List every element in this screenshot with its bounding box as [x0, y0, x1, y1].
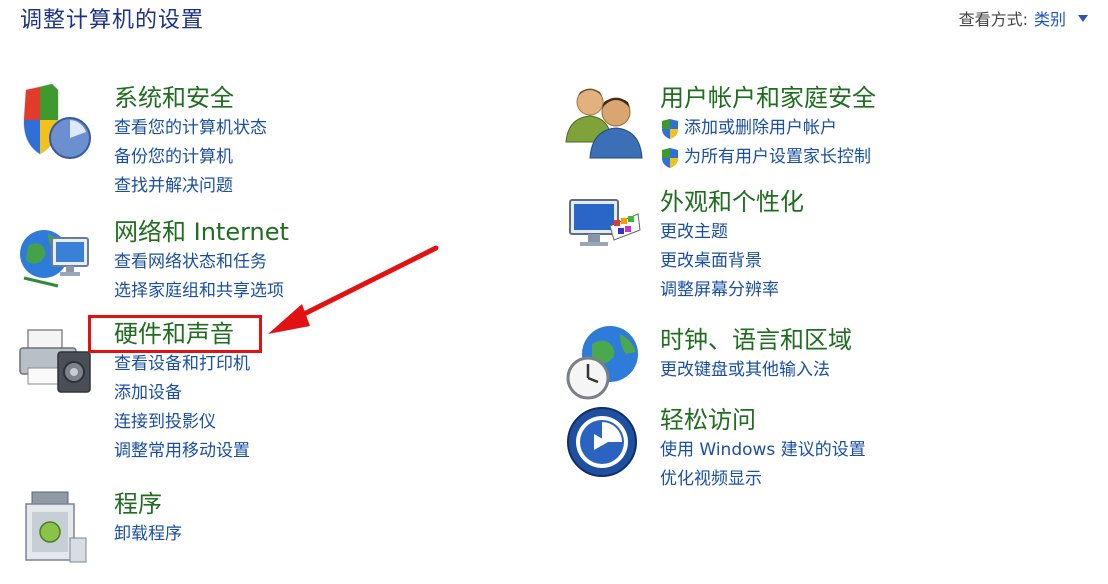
clock-globe-icon — [566, 326, 638, 400]
link-troubleshoot[interactable]: 查找并解决问题 — [114, 172, 267, 201]
view-by: 查看方式: 类别 — [959, 6, 1088, 30]
view-by-dropdown[interactable]: 类别 — [1034, 6, 1066, 30]
users-icon — [565, 88, 643, 159]
category-title-clock-language[interactable]: 时钟、语言和区域 — [660, 324, 852, 356]
view-by-label: 查看方式: — [958, 10, 1028, 29]
category-title-programs[interactable]: 程序 — [114, 488, 182, 520]
page-title: 调整计算机的设置 — [20, 8, 205, 33]
appearance-icon — [569, 199, 641, 246]
link-change-input-method[interactable]: 更改键盘或其他输入法 — [660, 356, 852, 385]
network-icon — [20, 230, 89, 288]
category-title-ease-of-access[interactable]: 轻松访问 — [660, 404, 866, 436]
system-security-icon — [23, 83, 91, 159]
link-parental-controls-label: 为所有用户设置家长控制 — [684, 147, 871, 167]
ease-of-access-icon — [567, 407, 637, 477]
link-windows-suggested-settings[interactable]: 使用 Windows 建议的设置 — [660, 436, 866, 465]
link-homegroup-sharing[interactable]: 选择家庭组和共享选项 — [114, 277, 289, 306]
hardware-printer-icon — [19, 329, 91, 393]
uac-shield-icon — [662, 118, 678, 139]
link-desktop-background[interactable]: 更改桌面背景 — [660, 247, 804, 276]
category-title-network-internet[interactable]: 网络和 Internet — [114, 216, 289, 248]
category-title-system-security[interactable]: 系统和安全 — [114, 82, 267, 114]
programs-icon — [25, 491, 87, 563]
link-backup-computer[interactable]: 备份您的计算机 — [114, 143, 267, 172]
category-title-hardware-sound[interactable]: 硬件和声音 — [114, 318, 250, 350]
link-connect-projector[interactable]: 连接到投影仪 — [114, 408, 250, 437]
category-title-appearance[interactable]: 外观和个性化 — [660, 186, 804, 218]
link-uninstall-program[interactable]: 卸载程序 — [114, 520, 182, 549]
link-screen-resolution[interactable]: 调整屏幕分辨率 — [660, 276, 804, 305]
link-add-device[interactable]: 添加设备 — [114, 379, 250, 408]
link-add-remove-accounts-label: 添加或删除用户帐户 — [684, 118, 837, 138]
link-parental-controls[interactable]: 为所有用户设置家长控制 — [660, 143, 876, 172]
uac-shield-icon — [662, 147, 678, 168]
link-change-theme[interactable]: 更改主题 — [660, 218, 804, 247]
category-title-user-accounts[interactable]: 用户帐户和家庭安全 — [660, 82, 876, 114]
link-mobility-settings[interactable]: 调整常用移动设置 — [114, 437, 250, 466]
chevron-down-icon[interactable] — [1078, 14, 1088, 22]
link-devices-printers[interactable]: 查看设备和打印机 — [114, 350, 250, 379]
link-view-computer-status[interactable]: 查看您的计算机状态 — [114, 114, 267, 143]
link-optimize-display[interactable]: 优化视频显示 — [660, 465, 866, 494]
link-add-remove-accounts[interactable]: 添加或删除用户帐户 — [660, 114, 876, 143]
link-network-status[interactable]: 查看网络状态和任务 — [114, 248, 289, 277]
